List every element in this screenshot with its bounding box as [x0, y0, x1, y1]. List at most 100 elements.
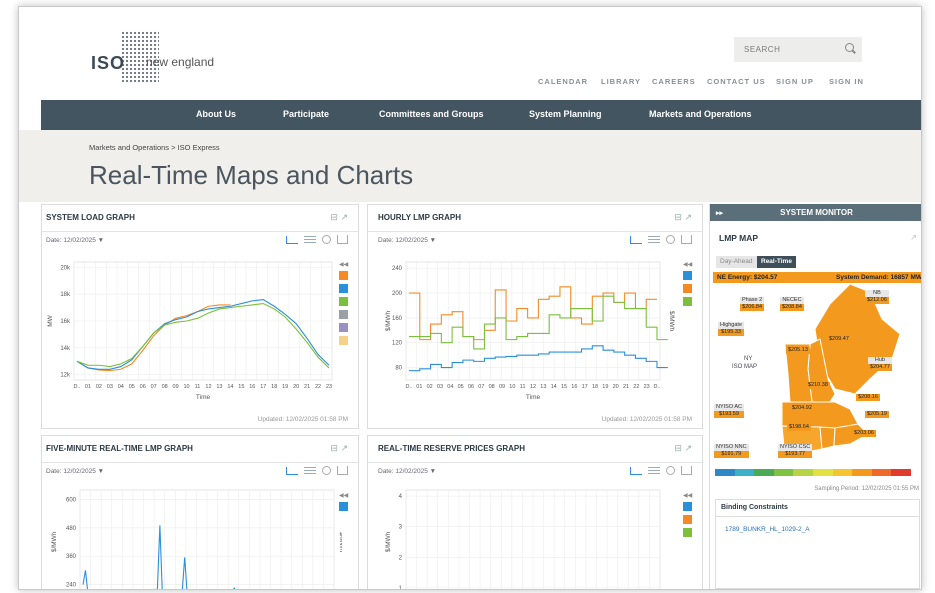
date-selector[interactable]: Date: 12/02/2025 ▼ [378, 468, 436, 475]
legend-swatch[interactable] [683, 502, 692, 511]
zone-value: $205.13 [786, 347, 810, 354]
node-phase-2[interactable]: Phase 2 $206.84 [740, 297, 765, 311]
zone-value: $198.64 [787, 424, 811, 431]
nav-participate[interactable]: Participate [283, 109, 329, 119]
link-sign-in[interactable]: SIGN IN [829, 77, 864, 86]
link-calendar[interactable]: CALENDAR [538, 77, 588, 86]
gear-icon[interactable] [666, 466, 675, 475]
scale-swatch [734, 469, 755, 476]
link-library[interactable]: LIBRARY [601, 77, 641, 86]
legend-swatch[interactable] [339, 271, 348, 280]
x-tick-label: 19 [602, 384, 608, 390]
binding-constraints-title: Binding Constraints [716, 500, 919, 517]
node-nyiso-ac[interactable]: NYISO AC $193.59 [714, 404, 744, 418]
x-tick-label: 20 [613, 384, 619, 390]
gear-icon[interactable] [666, 235, 675, 244]
download-icon[interactable] [337, 235, 348, 244]
x-tick-label: 18 [592, 384, 598, 390]
price-color-scale [715, 469, 911, 476]
legend: ◀◀ [339, 261, 348, 349]
legend-swatch[interactable] [683, 297, 692, 306]
expand-icon[interactable]: ↗ [910, 233, 917, 242]
node-value: $206.84 [740, 304, 765, 311]
legend-collapse-icon[interactable]: ◀◀ [683, 492, 692, 499]
x-tick-label: 17 [260, 384, 266, 390]
download-icon[interactable] [681, 235, 692, 244]
zone-value-text: $205.19 [865, 411, 889, 418]
node-necec[interactable]: NECEC $208.84 [780, 297, 804, 311]
nav-markets-and-operations[interactable]: Markets and Operations [649, 109, 752, 119]
zone-value: $204.92 [790, 405, 814, 412]
gear-icon[interactable] [322, 466, 331, 475]
node-nb[interactable]: NB $212.06 [865, 290, 889, 304]
node-highgate[interactable]: Highgate $195.33 [718, 322, 745, 336]
line-chart-icon[interactable] [630, 235, 642, 244]
legend-swatch[interactable] [339, 336, 348, 345]
link-sign-up[interactable]: SIGN UP [776, 77, 814, 86]
help-icon[interactable] [322, 235, 331, 244]
line-chart-icon[interactable] [286, 235, 298, 244]
date-selector[interactable]: Date: 12/02/2025 ▼ [46, 468, 104, 475]
x-tick-label: 09 [499, 384, 505, 390]
legend-swatch[interactable] [683, 284, 692, 293]
link-careers[interactable]: CAREERS [652, 77, 696, 86]
legend-swatch[interactable] [339, 284, 348, 293]
x-tick-label: 06 [140, 384, 146, 390]
legend-swatch[interactable] [683, 528, 692, 537]
x-tick-label: 21 [304, 384, 310, 390]
legend-collapse-icon[interactable]: ◀◀ [339, 261, 348, 268]
link-contact-us[interactable]: CONTACT US [707, 77, 766, 86]
tab-day-ahead[interactable]: Day-Ahead [716, 256, 757, 268]
table-view-icon[interactable] [304, 235, 316, 244]
table-view-icon[interactable] [304, 466, 316, 475]
browser-page: ISO new england SEARCH CALENDAR LIBRARY … [18, 6, 922, 590]
tab-real-time[interactable]: Real-Time [757, 256, 796, 268]
legend-collapse-icon[interactable]: ◀◀ [339, 492, 348, 499]
x-tick-label: 04 [447, 384, 453, 390]
panel-window-controls[interactable]: ⊟ ↗ [330, 212, 348, 223]
nav-about-us[interactable]: About Us [196, 109, 236, 119]
legend-swatch[interactable] [339, 310, 348, 319]
panel-window-controls[interactable]: ⊟ ↗ [674, 212, 692, 223]
node-nyiso-nnc[interactable]: NYISO NNC $191.79 [714, 444, 749, 458]
table-view-icon[interactable] [648, 466, 660, 475]
zone-value: $209.47 [827, 336, 851, 343]
x-tick-label: 01 [85, 384, 91, 390]
legend-swatch[interactable] [339, 502, 348, 511]
breadcrumb[interactable]: Markets and Operations > ISO Express [89, 143, 220, 152]
updated-timestamp: Updated: 12/02/2025 01:58 PM [601, 416, 692, 423]
search-icon[interactable] [845, 43, 854, 52]
logo-name-text: new england [146, 55, 215, 69]
system-monitor-header[interactable]: ▸▸ SYSTEM MONITOR [710, 204, 921, 221]
chart-toolbar [286, 466, 348, 475]
iso-new-england-logo[interactable]: ISO new england [91, 31, 241, 85]
node-hub[interactable]: Hub $204.77 [868, 357, 892, 371]
nav-system-planning[interactable]: System Planning [529, 109, 602, 119]
panel-window-controls[interactable]: ⊟ ↗ [674, 443, 692, 454]
download-icon[interactable] [681, 466, 692, 475]
date-selector[interactable]: Date: 12/02/2025 ▼ [378, 237, 436, 244]
rhode-island-region [819, 426, 836, 450]
x-tick-label: 01 [416, 384, 422, 390]
collapse-icon[interactable]: ▸▸ [716, 209, 723, 217]
node-nyiso-csc[interactable]: NYISO CSC $193.77 [778, 444, 813, 458]
zone-value: $208.16 [856, 394, 880, 401]
search-input[interactable]: SEARCH [734, 37, 862, 62]
x-tick-label: 03 [107, 384, 113, 390]
panel-window-controls[interactable]: ⊟ ↗ [330, 443, 348, 454]
nav-committees-and-groups[interactable]: Committees and Groups [379, 109, 484, 119]
table-view-icon[interactable] [648, 235, 660, 244]
legend-swatch[interactable] [683, 515, 692, 524]
node-name: NECEC [780, 297, 804, 304]
system-load-chart: 12k 14k 16k 18k 20k D.. 01 02 03 04 05 06 07 08 09 10 11… [47, 261, 333, 401]
line-chart-icon[interactable] [630, 466, 642, 475]
line-chart-icon[interactable] [286, 466, 298, 475]
download-icon[interactable] [337, 466, 348, 475]
legend-collapse-icon[interactable]: ◀◀ [683, 261, 692, 268]
legend-swatch[interactable] [339, 323, 348, 332]
y-tick-label: 240 [66, 583, 77, 589]
legend-swatch[interactable] [683, 271, 692, 280]
binding-constraint-item[interactable]: 1789_BUNKR_HL_1029-2_A [716, 517, 919, 542]
date-selector[interactable]: Date: 12/02/2025 ▼ [46, 237, 104, 244]
legend-swatch[interactable] [339, 297, 348, 306]
